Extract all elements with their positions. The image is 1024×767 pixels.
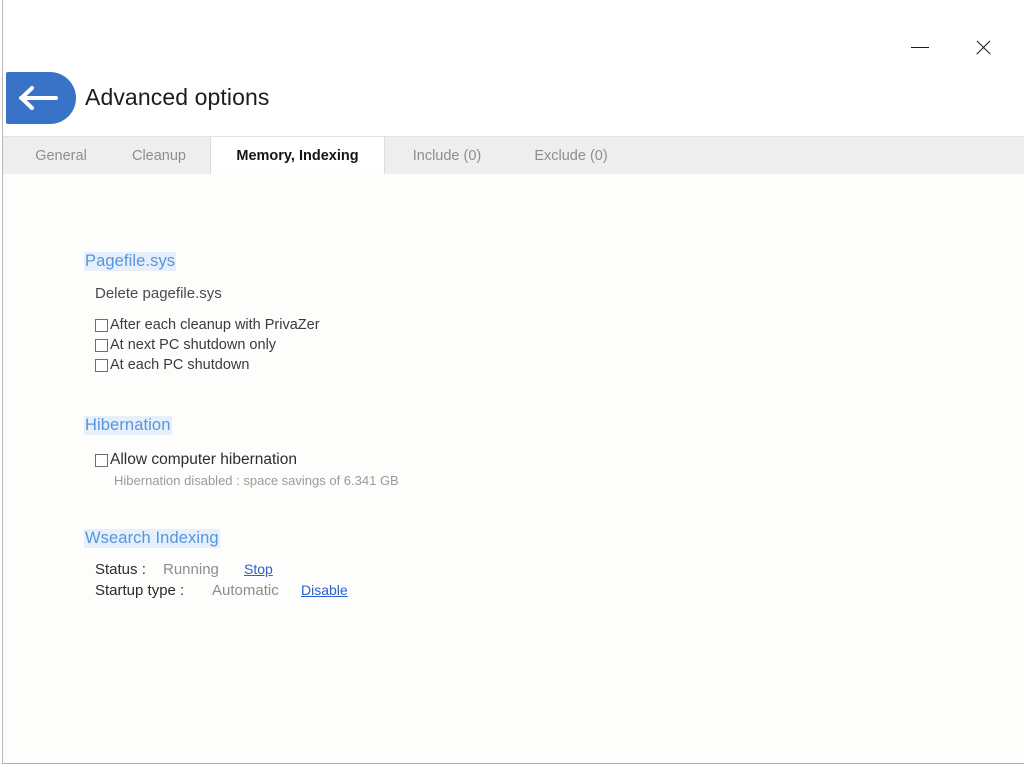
tab-memory-indexing[interactable]: Memory, Indexing — [210, 137, 385, 174]
checkbox-icon[interactable] — [95, 318, 108, 332]
minimize-button[interactable] — [897, 26, 943, 68]
pagefile-option-next-shutdown[interactable]: At next PC shutdown only — [95, 335, 320, 355]
section-header-pagefile: Pagefile.sys — [84, 252, 177, 271]
section-hibernation: Hibernation Allow computer hibernation H… — [84, 416, 399, 488]
page-title: Advanced options — [85, 84, 270, 110]
pagefile-option-after-cleanup[interactable]: After each cleanup with PrivaZer — [95, 315, 320, 335]
close-icon — [974, 38, 993, 57]
wsearch-status-value: Running — [163, 561, 219, 578]
wsearch-startup-value: Automatic — [212, 582, 279, 599]
back-button[interactable] — [6, 72, 76, 124]
checkbox-icon[interactable] — [95, 338, 108, 352]
minimize-icon — [911, 46, 929, 48]
hibernation-note: Hibernation disabled : space savings of … — [114, 473, 399, 488]
window-border-bottom — [2, 763, 1024, 764]
pagefile-option-each-shutdown[interactable]: At each PC shutdown — [95, 355, 320, 375]
section-wsearch-indexing: Wsearch Indexing Status : Running Stop S… — [84, 529, 348, 603]
section-header-hibernation: Hibernation — [84, 416, 172, 435]
tab-exclude[interactable]: Exclude (0) — [509, 137, 633, 174]
option-label: Allow computer hibernation — [110, 451, 297, 468]
tab-include[interactable]: Include (0) — [385, 137, 509, 174]
option-label: At each PC shutdown — [110, 357, 250, 373]
pagefile-subtitle: Delete pagefile.sys — [95, 285, 222, 302]
option-label: At next PC shutdown only — [110, 337, 277, 353]
wsearch-disable-link[interactable]: Disable — [301, 582, 348, 598]
advanced-options-window: Advanced options General Cleanup Memory,… — [0, 0, 1024, 767]
content-area: Pagefile.sys Delete pagefile.sys After e… — [3, 174, 1024, 763]
wsearch-startup-row: Startup type : Automatic Disable — [95, 582, 348, 603]
hibernation-option-allow[interactable]: Allow computer hibernation — [95, 449, 399, 471]
tab-general[interactable]: General — [14, 137, 108, 174]
tab-bar: General Cleanup Memory, Indexing Include… — [3, 136, 1024, 174]
checkbox-icon[interactable] — [95, 453, 108, 467]
wsearch-status-row: Status : Running Stop — [95, 561, 348, 582]
wsearch-rows: Status : Running Stop Startup type : Aut… — [95, 561, 348, 603]
wsearch-startup-key: Startup type : — [95, 582, 185, 599]
wsearch-status-key: Status : — [95, 561, 146, 578]
option-label: After each cleanup with PrivaZer — [110, 317, 320, 333]
tab-cleanup[interactable]: Cleanup — [108, 137, 210, 174]
section-pagefile: Pagefile.sys Delete pagefile.sys After e… — [84, 252, 320, 375]
back-arrow-icon — [19, 85, 60, 111]
section-header-wsearch: Wsearch Indexing — [84, 529, 220, 548]
wsearch-stop-link[interactable]: Stop — [244, 561, 273, 577]
title-bar: Advanced options — [3, 0, 1024, 136]
close-button[interactable] — [960, 26, 1006, 68]
checkbox-icon[interactable] — [95, 358, 108, 372]
pagefile-options-list: After each cleanup with PrivaZer At next… — [95, 315, 320, 375]
